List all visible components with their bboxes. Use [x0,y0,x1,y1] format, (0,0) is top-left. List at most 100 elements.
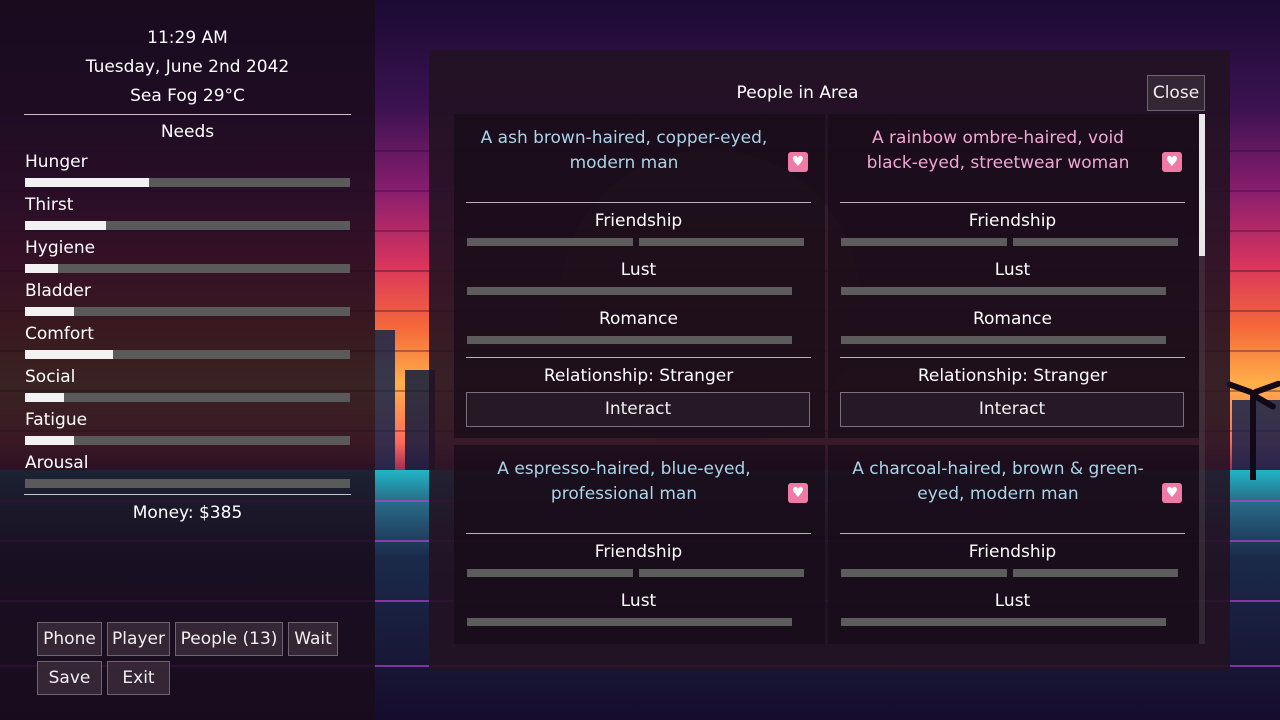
scrollbar-thumb[interactable] [1199,114,1205,256]
need-bar [25,393,350,402]
heart-icon[interactable]: ♥ [788,483,808,503]
lust-bar [467,618,792,626]
romance-label: Romance [598,309,678,329]
scrollbar[interactable] [1199,114,1205,644]
need-bar [25,221,350,230]
panel-title: People in Area [736,83,859,103]
need-thirst: Thirst [25,195,350,237]
relationship-status: Relationship: Stranger [543,366,734,386]
divider [840,357,1185,358]
friendship-label: Friendship [968,211,1057,231]
divider [466,202,811,203]
friendship-bar [841,569,1007,577]
city-building [1232,400,1280,480]
need-label: Hunger [25,152,88,172]
romance-bar [841,336,1166,344]
people-in-area-panel: People in Area Close A ash brown-haired,… [429,50,1230,670]
need-bar [25,436,350,445]
need-fill [25,178,149,187]
need-bar [25,307,350,316]
need-fill [25,307,74,316]
relationship-status: Relationship: Stranger [917,366,1108,386]
divider [466,533,811,534]
need-label: Hygiene [25,238,96,258]
lust-bar [841,618,1166,626]
lust-label: Lust [994,260,1031,280]
lust-label: Lust [620,260,657,280]
lust-bar [841,287,1166,295]
clock-time: 11:29 AM [147,28,228,48]
need-bar [25,264,350,273]
wait-button[interactable]: Wait [288,622,338,656]
need-fill [25,393,64,402]
need-bar [25,479,350,488]
person-description: A charcoal-haired, brown & green-eyed, m… [852,459,1144,504]
divider [24,114,351,115]
interact-button[interactable]: Interact [840,392,1184,427]
friendship-label: Friendship [968,542,1057,562]
status-sidebar: 11:29 AM Tuesday, June 2nd 2042 Sea Fog … [0,0,375,720]
romance-bar [467,336,792,344]
heart-icon[interactable]: ♥ [1162,152,1182,172]
interact-button[interactable]: Interact [466,392,810,427]
close-button[interactable]: Close [1147,75,1205,111]
person-card: A charcoal-haired, brown & green-eyed, m… [828,445,1199,644]
need-label: Comfort [25,324,94,344]
people-button[interactable]: People (13) [175,622,283,656]
need-arousal: Arousal [25,453,350,495]
friendship-bar [841,238,1007,246]
money-display: Money: $385 [132,503,243,523]
divider [466,357,811,358]
city-building [375,330,395,480]
needs-title: Needs [160,122,215,142]
need-social: Social [25,367,350,409]
friendship-bar [1013,238,1178,246]
friendship-label: Friendship [594,211,683,231]
heart-icon[interactable]: ♥ [788,152,808,172]
people-list[interactable]: A ash brown-haired, copper-eyed, modern … [454,114,1199,644]
need-comfort: Comfort [25,324,350,366]
person-card: A ash brown-haired, copper-eyed, modern … [454,114,825,438]
person-description: A espresso-haired, blue-eyed, profession… [497,459,751,504]
need-hunger: Hunger [25,152,350,194]
divider [840,202,1185,203]
heart-icon[interactable]: ♥ [1162,483,1182,503]
divider [840,533,1185,534]
friendship-bar [467,569,633,577]
need-bar [25,178,350,187]
need-label: Social [25,367,76,387]
need-bladder: Bladder [25,281,350,323]
need-label: Fatigue [25,410,88,430]
need-bar [25,350,350,359]
save-button[interactable]: Save [37,661,102,695]
phone-button[interactable]: Phone [37,622,102,656]
exit-button[interactable]: Exit [107,661,170,695]
need-fill [25,221,107,230]
need-label: Arousal [25,453,89,473]
need-fill [25,264,58,273]
lust-label: Lust [994,591,1031,611]
person-card: A espresso-haired, blue-eyed, profession… [454,445,825,644]
friendship-bar [1013,569,1178,577]
person-card: A rainbow ombre-haired, void black-eyed,… [828,114,1199,438]
person-description: A ash brown-haired, copper-eyed, modern … [480,128,768,173]
lust-bar [467,287,792,295]
need-fill [25,436,74,445]
romance-label: Romance [972,309,1052,329]
friendship-bar [467,238,633,246]
person-description: A rainbow ombre-haired, void black-eyed,… [866,128,1130,173]
need-fatigue: Fatigue [25,410,350,452]
player-button[interactable]: Player [107,622,170,656]
palm-tree [1250,390,1256,480]
weather-readout: Sea Fog 29°C [130,86,245,106]
calendar-date: Tuesday, June 2nd 2042 [85,57,290,77]
friendship-label: Friendship [594,542,683,562]
lust-label: Lust [620,591,657,611]
need-label: Bladder [25,281,91,301]
need-label: Thirst [25,195,74,215]
need-hygiene: Hygiene [25,238,350,280]
friendship-bar [639,238,804,246]
friendship-bar [639,569,804,577]
divider [24,494,351,495]
need-fill [25,350,113,359]
